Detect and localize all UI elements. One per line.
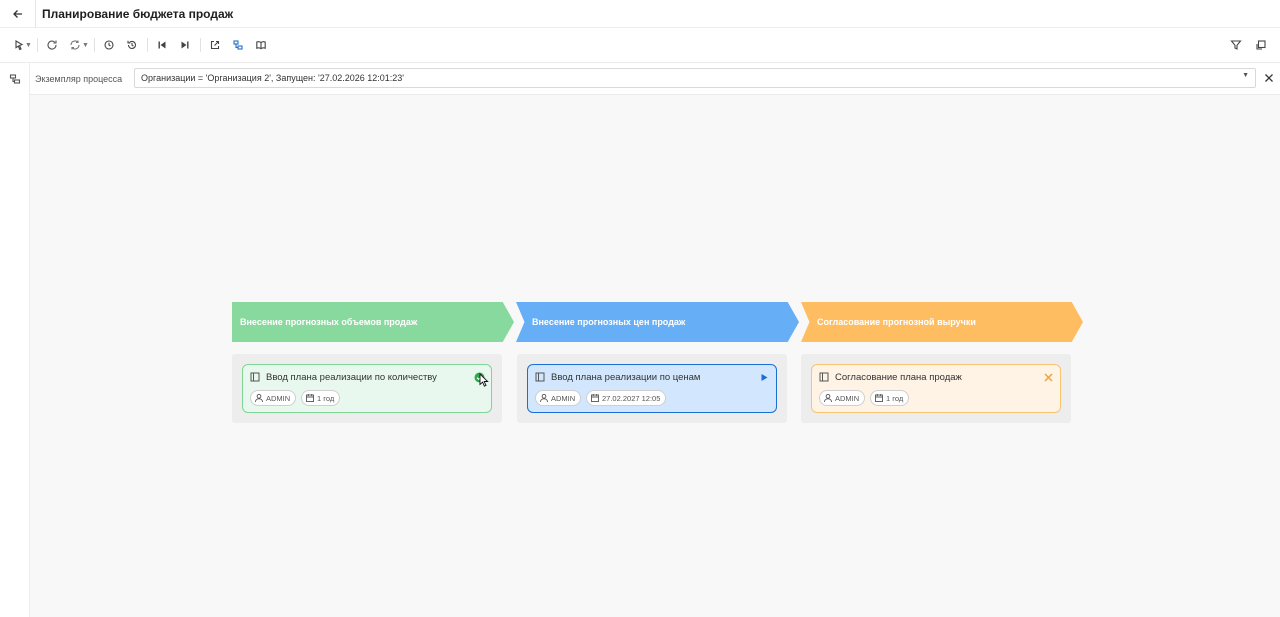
task-status-button[interactable] bbox=[1042, 371, 1054, 383]
date-chip: 1 год bbox=[870, 390, 910, 406]
instance-bar: Экземпляр процесса Организации = 'Органи… bbox=[30, 63, 1280, 95]
calendar-icon bbox=[875, 394, 883, 402]
user-chip: ADMIN bbox=[535, 390, 582, 406]
toolbar-separator bbox=[93, 38, 95, 52]
task-title: Ввод плана реализации по ценам bbox=[551, 372, 701, 383]
undo-button[interactable] bbox=[121, 32, 144, 58]
calendar-icon bbox=[306, 394, 314, 402]
refresh-icon bbox=[47, 40, 57, 50]
back-button[interactable] bbox=[0, 0, 36, 28]
user-chip: ADMIN bbox=[819, 390, 866, 406]
user-icon bbox=[255, 393, 263, 403]
process-list-icon bbox=[9, 74, 21, 84]
task-card[interactable]: Ввод плана реализации по ценам ADMIN 27.… bbox=[527, 364, 777, 413]
task-title: Согласование плана продаж bbox=[835, 372, 962, 383]
refresh-button[interactable] bbox=[41, 32, 64, 58]
task-card[interactable]: Согласование плана продаж ADMIN 1 год bbox=[811, 364, 1061, 413]
close-icon bbox=[1044, 373, 1052, 381]
diagram-view-button[interactable] bbox=[227, 32, 250, 58]
undo-icon bbox=[127, 40, 137, 49]
step-back-button[interactable] bbox=[151, 32, 174, 58]
pointer-mode-dropdown[interactable]: ▼ bbox=[25, 42, 32, 49]
exit-fullscreen-icon bbox=[1255, 40, 1266, 50]
user-icon bbox=[824, 393, 832, 403]
title-bar: Планирование бюджета продаж bbox=[0, 0, 1280, 28]
filter-button[interactable] bbox=[1224, 32, 1247, 58]
main-area: Экземпляр процесса Организации = 'Органи… bbox=[0, 62, 1280, 617]
close-button[interactable] bbox=[1262, 71, 1276, 85]
book-button[interactable] bbox=[250, 32, 273, 58]
user-chip: ADMIN bbox=[250, 390, 297, 406]
instance-label: Экземпляр процесса bbox=[35, 73, 123, 84]
external-link-icon bbox=[211, 40, 220, 50]
exit-fullscreen-button[interactable] bbox=[1249, 32, 1272, 58]
toolbar-separator bbox=[146, 38, 148, 52]
diagram-icon bbox=[233, 40, 243, 50]
calendar-icon bbox=[591, 394, 599, 402]
task-date: 1 год bbox=[886, 393, 904, 403]
user-icon bbox=[540, 393, 548, 403]
date-chip: 27.02.2027 12:05 bbox=[586, 390, 667, 406]
task-status-button[interactable] bbox=[758, 371, 770, 383]
stage-header: Согласование прогнозной выручки bbox=[801, 302, 1083, 342]
play-icon bbox=[761, 373, 767, 381]
instance-select[interactable]: Организации = 'Организация 2', Запущен: … bbox=[134, 68, 1256, 88]
page-title: Планирование бюджета продаж bbox=[42, 6, 234, 21]
stage-lane: Ввод плана реализации по ценам ADMIN 27.… bbox=[517, 354, 787, 423]
step-back-icon bbox=[158, 41, 166, 49]
close-icon bbox=[1265, 74, 1273, 82]
form-icon bbox=[819, 372, 829, 382]
form-icon bbox=[535, 372, 545, 382]
process-list-button[interactable] bbox=[8, 72, 22, 86]
toolbar: ▼ ▼ bbox=[0, 31, 1280, 59]
task-card[interactable]: Ввод плана реализации по количеству ADMI… bbox=[242, 364, 492, 413]
sync-dropdown[interactable]: ▼ bbox=[82, 42, 89, 49]
open-external-button[interactable] bbox=[204, 32, 227, 58]
left-rail bbox=[0, 63, 30, 617]
task-user: ADMIN bbox=[835, 393, 860, 403]
history-button[interactable] bbox=[98, 32, 121, 58]
task-title: Ввод плана реализации по количеству bbox=[266, 372, 437, 383]
arrow-left-icon bbox=[12, 9, 22, 18]
chevron-down-icon: ▼ bbox=[1242, 72, 1249, 79]
mouse-cursor-icon bbox=[479, 373, 489, 387]
stage-lane: Ввод плана реализации по количеству ADMI… bbox=[232, 354, 502, 423]
task-date: 1 год bbox=[317, 393, 335, 403]
instance-value: Организации = 'Организация 2', Запущен: … bbox=[141, 73, 405, 83]
filter-icon bbox=[1229, 40, 1242, 50]
stage-lane: Согласование плана продаж ADMIN 1 год bbox=[801, 354, 1071, 423]
stage-header: Внесение прогнозных цен продаж bbox=[516, 302, 799, 342]
date-chip: 1 год bbox=[301, 390, 341, 406]
history-icon bbox=[104, 40, 114, 50]
task-user: ADMIN bbox=[551, 393, 576, 403]
pointer-icon bbox=[14, 40, 23, 51]
toolbar-separator bbox=[199, 38, 201, 52]
sync-icon bbox=[70, 40, 80, 50]
book-icon bbox=[256, 41, 267, 50]
stage-header: Внесение прогнозных объемов продаж bbox=[232, 302, 514, 342]
step-forward-icon bbox=[181, 41, 189, 49]
form-icon bbox=[250, 372, 260, 382]
task-user: ADMIN bbox=[266, 393, 291, 403]
step-forward-button[interactable] bbox=[174, 32, 197, 58]
task-date: 27.02.2027 12:05 bbox=[602, 393, 661, 403]
toolbar-separator bbox=[36, 38, 38, 52]
